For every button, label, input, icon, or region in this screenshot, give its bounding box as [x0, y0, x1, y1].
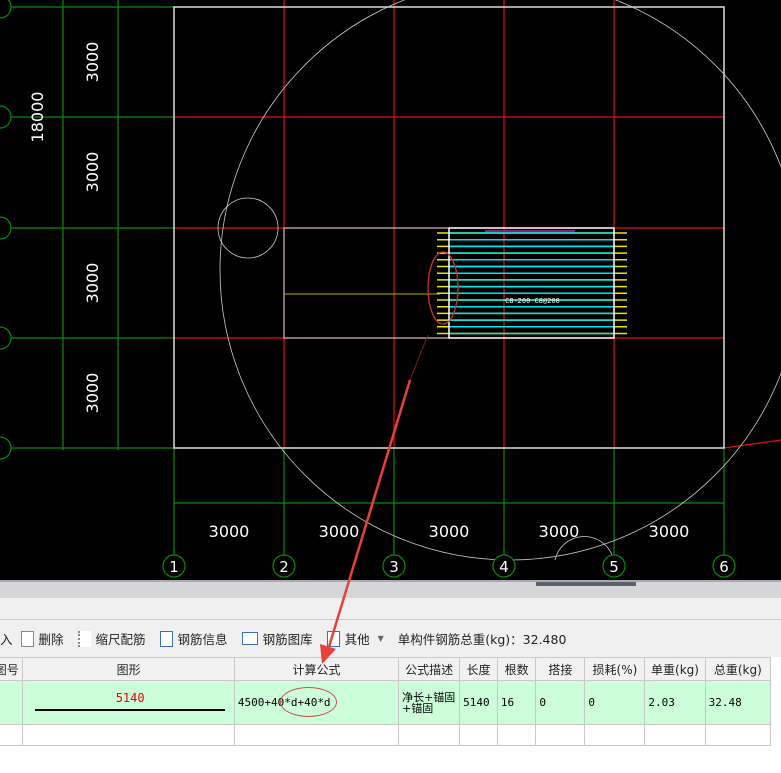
delete-button[interactable]: 删除 [20, 629, 64, 648]
table-row[interactable]: 5140 4500+40*d+40*d 净长+锚固+锚固 5140 16 0 0… [0, 680, 772, 725]
rebar-library-button[interactable]: 钢筋图库 [241, 629, 313, 648]
rebar-info-icon [159, 630, 173, 647]
col-loss: 损耗(%) [584, 657, 646, 681]
col-count: 根数 [496, 657, 537, 681]
column-dimension: 3000 [649, 522, 690, 541]
shape-length: 5140 [115, 690, 145, 705]
insert-label: 入 [0, 632, 13, 647]
panel-splitter[interactable] [0, 580, 781, 598]
row-axis-bubble[interactable] [0, 436, 12, 460]
row-dimension: 3000 [83, 373, 102, 414]
shape-bar-line [35, 708, 225, 711]
shape-cell[interactable]: 5140 [22, 680, 235, 725]
axis-label: 3 [389, 558, 399, 576]
row-axis-bubble[interactable] [0, 0, 12, 19]
axis-label: 4 [499, 558, 509, 576]
rebar-group[interactable] [437, 230, 627, 335]
cad-drawing-canvas[interactable]: C8-200 C8@200 3000 3000 3000 3000 18000 3000 3… [0, 0, 781, 580]
annotation-ellipse [279, 687, 337, 717]
column-dimension: 3000 [209, 522, 250, 541]
delete-label: 删除 [38, 632, 64, 647]
axis-label: 2 [279, 558, 289, 576]
description-cell[interactable]: 净长+锚固+锚固 [398, 680, 461, 725]
table-row-empty[interactable] [0, 724, 772, 746]
rebar-info-label: 钢筋信息 [177, 632, 228, 647]
rebar-toolbar: 入 删除 缩尺配筋 钢筋信息 钢筋图库 其他 ▼ 单构件钢筋总重(kg)：32.4… [0, 620, 781, 657]
col-shape: 图形 [22, 657, 235, 681]
column-dimension: 3000 [539, 522, 580, 541]
table-header: 图号 图形 计算公式 公式描述 长度 根数 搭接 损耗(%) 单重(kg) 总重… [0, 657, 772, 681]
axis-label: 6 [719, 558, 729, 576]
col-total-weight: 总重(kg) [704, 657, 772, 681]
column-dimension: 3000 [429, 522, 470, 541]
total-weight-cell[interactable]: 32.48 [704, 680, 772, 725]
rebar-library-label: 钢筋图库 [262, 632, 313, 647]
col-length: 长度 [459, 657, 498, 681]
unit-weight-cell[interactable]: 2.03 [644, 680, 706, 725]
other-dropdown[interactable]: 其他 ▼ [326, 629, 384, 648]
other-label: 其他 [344, 632, 370, 647]
total-dimension: 18000 [28, 92, 47, 143]
row-axis-bubble[interactable] [0, 105, 12, 129]
lap-cell[interactable]: 0 [535, 680, 586, 725]
col-formula: 计算公式 [233, 657, 400, 681]
rebar-table: 图号 图形 计算公式 公式描述 长度 根数 搭接 损耗(%) 单重(kg) 总重… [0, 657, 772, 746]
chevron-down-icon: ▼ [377, 634, 384, 643]
delete-icon [20, 630, 34, 647]
scale-rebar-button[interactable]: 缩尺配筋 [77, 629, 146, 648]
panel-header-band [0, 598, 781, 620]
grid-lines [0, 0, 725, 555]
loss-cell[interactable]: 0 [584, 680, 646, 725]
row-dimension: 3000 [83, 42, 102, 83]
other-icon [326, 630, 340, 647]
rebar-label: C8-200 C8@200 [505, 297, 560, 305]
axis-label: 5 [609, 558, 619, 576]
rebar-info-button[interactable]: 钢筋信息 [159, 629, 228, 648]
scale-rebar-label: 缩尺配筋 [95, 632, 146, 647]
formula-cell[interactable]: 4500+40*d+40*d [233, 680, 400, 725]
length-cell[interactable]: 5140 [459, 680, 498, 725]
total-weight-text: 单构件钢筋总重(kg)：32.480 [397, 632, 567, 647]
splitter-grip[interactable] [536, 582, 636, 586]
axis-label: 1 [169, 558, 179, 576]
axis-lines [174, 0, 781, 449]
row-dimension: 3000 [83, 152, 102, 193]
insert-button[interactable]: 入 [0, 629, 13, 648]
row-axis-bubble[interactable] [0, 216, 12, 240]
row-dimension: 3000 [83, 263, 102, 304]
rebar-library-icon [241, 632, 258, 645]
column-dimension: 3000 [319, 522, 360, 541]
col-lap: 搭接 [535, 657, 586, 681]
count-cell[interactable]: 16 [496, 680, 537, 725]
scale-rebar-icon [77, 630, 91, 647]
col-description: 公式描述 [398, 657, 461, 681]
slab-opening [283, 227, 450, 339]
row-axis-bubble[interactable] [0, 326, 12, 350]
col-unit-weight: 单重(kg) [644, 657, 706, 681]
col-figure-no: 图号 [0, 657, 24, 681]
